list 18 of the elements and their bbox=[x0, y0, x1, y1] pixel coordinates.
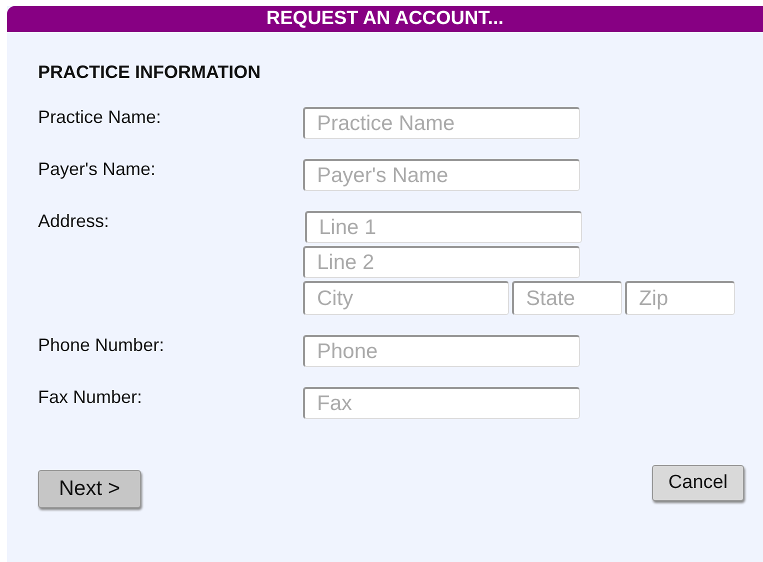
text-field[interactable]: Payer's Name bbox=[303, 159, 580, 191]
text-field[interactable]: City bbox=[303, 281, 509, 315]
field-label: Practice Name: bbox=[38, 107, 162, 127]
text-field[interactable]: Line 1 bbox=[305, 211, 582, 243]
text-field[interactable]: Phone bbox=[303, 335, 580, 367]
text-field[interactable]: Line 2 bbox=[303, 246, 580, 278]
field-label: Payer's Name: bbox=[38, 159, 156, 179]
cancel-button[interactable]: Cancel bbox=[652, 465, 744, 501]
text-field[interactable]: Fax bbox=[303, 387, 580, 419]
field-label: Fax Number: bbox=[38, 387, 142, 407]
section-title: PRACTICE INFORMATION bbox=[38, 62, 261, 83]
text-field[interactable]: Practice Name bbox=[303, 107, 580, 139]
field-label: Phone Number: bbox=[38, 335, 164, 355]
field-label: Address: bbox=[38, 211, 110, 231]
text-field[interactable]: State bbox=[512, 281, 622, 315]
header-title: REQUEST AN ACCOUNT... bbox=[7, 6, 763, 32]
next-button[interactable]: Next > bbox=[38, 470, 141, 508]
text-field[interactable]: Zip bbox=[625, 281, 735, 315]
